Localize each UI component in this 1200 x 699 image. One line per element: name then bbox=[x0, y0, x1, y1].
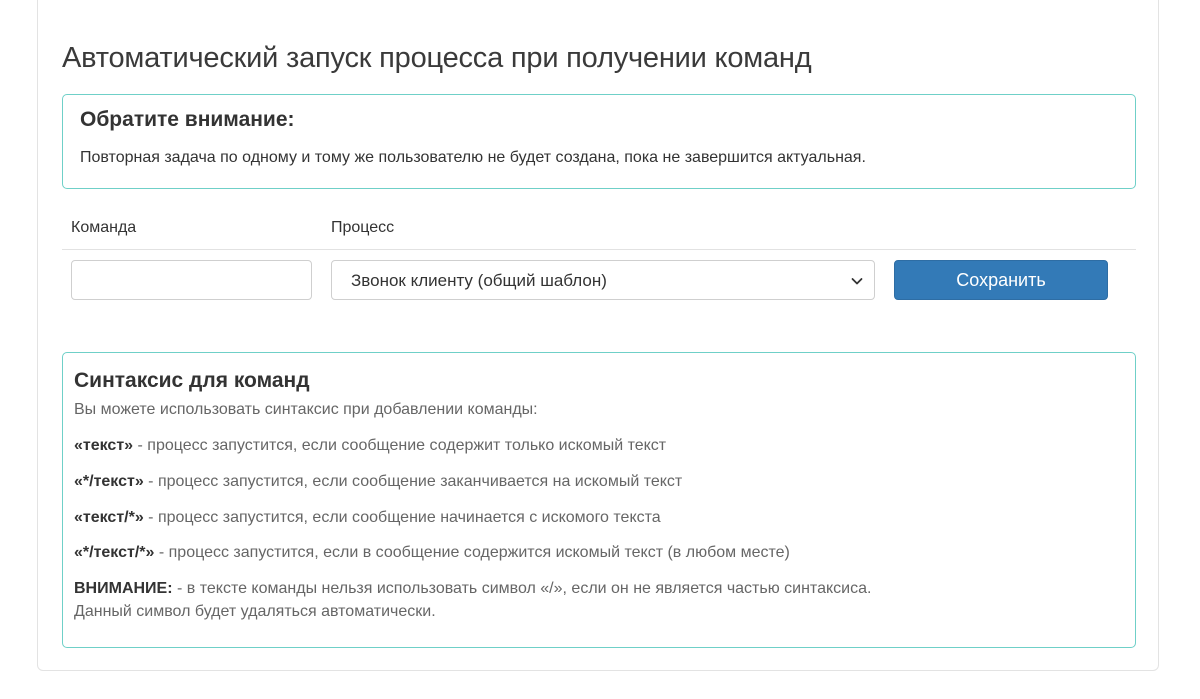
syntax-rule: «текст» - процесс запустится, если сообщ… bbox=[74, 437, 666, 455]
save-button[interactable]: Сохранить bbox=[894, 260, 1108, 300]
syntax-rule-pattern: «текст/*» bbox=[74, 509, 144, 526]
syntax-rule-pattern: «*/текст» bbox=[74, 473, 144, 490]
syntax-rule: «текст/*» - процесс запустится, если соо… bbox=[74, 509, 661, 527]
syntax-rule-pattern: «*/текст/*» bbox=[74, 544, 155, 561]
syntax-warning-continuation: Данный символ будет удаляться автоматиче… bbox=[74, 603, 436, 620]
syntax-rule-description: - процесс запустится, если сообщение зак… bbox=[143, 473, 683, 490]
syntax-title: Синтаксис для команд bbox=[74, 369, 310, 392]
process-column-label: Процесс bbox=[331, 219, 395, 236]
chevron-down-icon bbox=[851, 278, 863, 285]
page-title: Автоматический запуск процесса при получ… bbox=[62, 42, 812, 74]
syntax-warning-label: ВНИМАНИЕ: bbox=[74, 580, 173, 597]
notice-text: Повторная задача по одному и тому же пол… bbox=[80, 149, 866, 166]
process-select[interactable]: Звонок клиенту (общий шаблон) bbox=[331, 260, 875, 300]
syntax-intro: Вы можете использовать синтаксис при доб… bbox=[74, 401, 538, 418]
syntax-help-box: Синтаксис для команд Вы можете использов… bbox=[62, 352, 1136, 648]
syntax-rule: «*/текст/*» - процесс запустится, если в… bbox=[74, 544, 790, 562]
syntax-warning: ВНИМАНИЕ: - в тексте команды нельзя испо… bbox=[74, 580, 871, 598]
syntax-rule: «*/текст» - процесс запустится, если соо… bbox=[74, 473, 682, 491]
command-column-label: Команда bbox=[71, 219, 137, 236]
command-input[interactable] bbox=[71, 260, 312, 300]
syntax-rule-pattern: «текст» bbox=[74, 437, 134, 454]
notice-box: Обратите внимание: Повторная задача по о… bbox=[62, 94, 1136, 189]
syntax-rule-description: - процесс запустится, если сообщение нач… bbox=[143, 509, 661, 526]
notice-title: Обратите внимание: bbox=[80, 108, 295, 131]
syntax-rule-description: - процесс запустится, если сообщение сод… bbox=[133, 437, 667, 454]
syntax-rule-description: - процесс запустится, если в сообщение с… bbox=[154, 544, 790, 561]
syntax-warning-text: - в тексте команды нельзя использовать с… bbox=[172, 580, 872, 597]
process-select-value: Звонок клиенту (общий шаблон) bbox=[351, 271, 607, 290]
table-header-divider bbox=[62, 249, 1136, 250]
